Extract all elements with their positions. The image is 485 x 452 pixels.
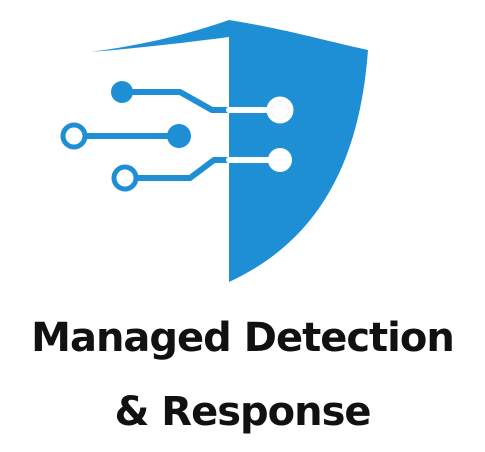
title-line-1: Managed Detection: [31, 315, 455, 361]
shield-right-half: [229, 20, 368, 282]
circuit-node-middle-left: [60, 122, 88, 150]
circuit-node-top-left: [111, 81, 133, 103]
circuit-node-middle-right: [167, 124, 191, 148]
logo-graphic: [0, 0, 485, 300]
shield-circuit-icon: [60, 20, 368, 282]
shield-top-wing: [90, 20, 229, 52]
circuit-node-bottom-right: [268, 148, 292, 172]
title-line-2: & Response: [114, 389, 371, 435]
circuit-node-bottom-left: [111, 164, 139, 192]
